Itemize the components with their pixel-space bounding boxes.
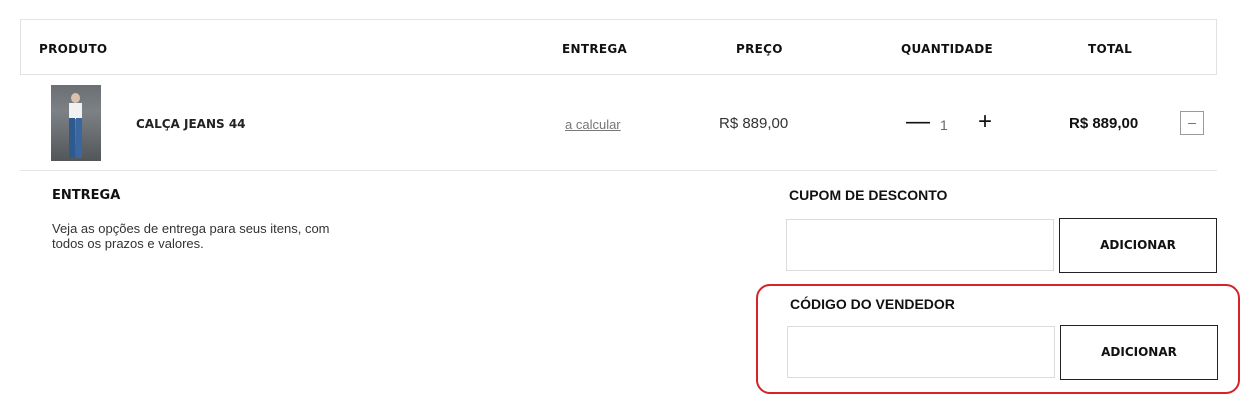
calculate-delivery-link[interactable]: a calcular [565,117,621,132]
remove-item-button[interactable]: – [1180,111,1204,135]
header-quantity: QUANTIDADE [901,42,993,56]
item-total: R$ 889,00 [1069,115,1139,132]
item-price: R$ 889,00 [719,115,789,132]
increase-quantity-button[interactable]: + [974,109,996,135]
cart-item-row: CALÇA JEANS 44 a calcular R$ 889,00 — 1 … [20,76,1217,171]
shipping-title: ENTREGA [52,188,121,203]
header-delivery: ENTREGA [562,42,628,56]
cart-table-header: PRODUTO ENTREGA PREÇO QUANTIDADE TOTAL [20,19,1217,75]
header-product: PRODUTO [39,42,108,56]
seller-code-input[interactable] [787,326,1055,378]
add-coupon-button[interactable]: ADICIONAR [1059,218,1217,273]
quantity-value: 1 [940,117,948,133]
coupon-label: CUPOM DE DESCONTO [789,187,948,203]
add-seller-code-button[interactable]: ADICIONAR [1060,325,1218,380]
decrease-quantity-button[interactable]: — [906,109,930,135]
shipping-description: Veja as opções de entrega para seus iten… [52,221,330,251]
product-thumbnail[interactable] [51,85,101,161]
product-name[interactable]: CALÇA JEANS 44 [136,117,246,131]
coupon-input[interactable] [786,219,1054,271]
seller-code-label: CÓDIGO DO VENDEDOR [790,296,955,312]
header-total: TOTAL [1088,42,1133,56]
header-price: PREÇO [736,42,783,56]
